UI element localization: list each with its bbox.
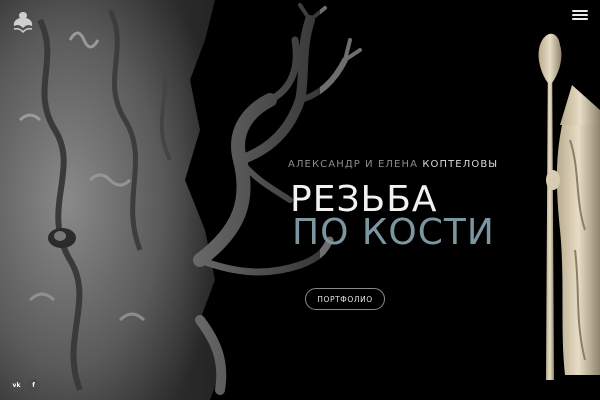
facebook-icon[interactable]: f xyxy=(27,379,40,392)
carved-wizard-figurine xyxy=(538,33,600,380)
social-links: vk f xyxy=(10,379,40,392)
vk-icon[interactable]: vk xyxy=(10,379,23,392)
hamburger-menu-icon[interactable] xyxy=(572,10,588,22)
authors-last-name: КОПТЕЛОВЫ xyxy=(422,159,499,170)
portfolio-button[interactable]: ПОРТФОЛИО xyxy=(305,288,385,310)
swan-emblem-icon[interactable] xyxy=(10,9,36,35)
authors-names: АЛЕКСАНДР И ЕЛЕНА КОПТЕЛОВЫ xyxy=(288,159,498,170)
hero-section: АЛЕКСАНДР И ЕЛЕНА КОПТЕЛОВЫ РЕЗЬБА ПО КО… xyxy=(0,0,600,400)
authors-first-names: АЛЕКСАНДР И ЕЛЕНА xyxy=(288,159,419,170)
page-title-line2: ПО КОСТИ xyxy=(292,212,495,253)
